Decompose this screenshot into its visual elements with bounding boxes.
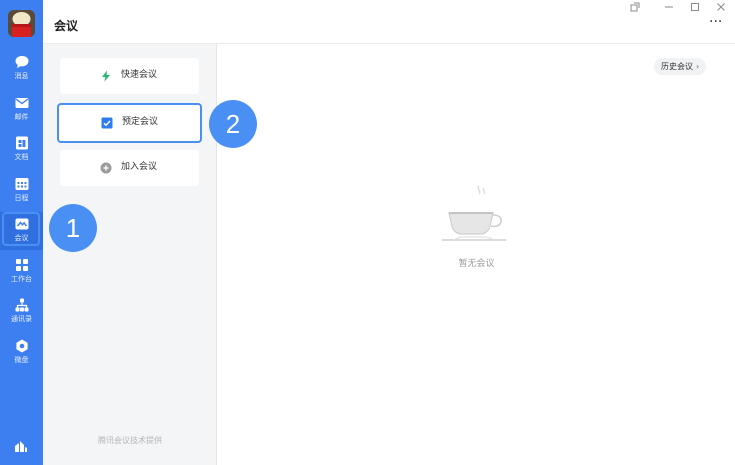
history-meetings-label: 历史会议 <box>661 62 693 71</box>
analytics-icon[interactable] <box>13 438 29 454</box>
join-meeting-button[interactable]: 加入会议 <box>60 150 199 186</box>
rail-item-label: 消息 <box>14 72 29 80</box>
coffee-cup-icon <box>442 185 506 241</box>
rail-item-label: 通讯录 <box>11 315 32 323</box>
quick-meeting-label: 快速会议 <box>121 70 158 80</box>
meeting-rail-highlight <box>2 212 40 246</box>
more-button[interactable]: ··· <box>709 15 722 29</box>
close-icon[interactable] <box>715 1 727 13</box>
main-content: 历史会议 › 暂无会议 <box>218 44 735 465</box>
meeting-action-panel: 快速会议 预定会议 加入会议 腾讯会议技术提供 <box>43 44 217 465</box>
callout-badge-1: 1 <box>49 204 97 252</box>
document-icon <box>15 136 28 150</box>
header: 会议 ··· <box>43 0 735 44</box>
rail-item-label: 文档 <box>14 153 29 161</box>
rail-item-drive[interactable]: 微盘 <box>0 334 43 372</box>
rail-item-contacts[interactable]: 通讯录 <box>0 293 43 331</box>
rail-item-messages[interactable]: 消息 <box>0 50 43 88</box>
quick-meeting-button[interactable]: 快速会议 <box>60 58 199 94</box>
lightning-icon <box>102 70 110 82</box>
rail-item-label: 日程 <box>14 194 29 202</box>
calendar-icon <box>15 178 28 190</box>
join-meeting-label: 加入会议 <box>121 162 158 172</box>
chevron-right-icon: › <box>696 62 700 71</box>
mail-icon <box>15 98 28 108</box>
rail-item-workbench[interactable]: 工作台 <box>0 253 43 291</box>
empty-state-text: 暂无会议 <box>458 259 495 269</box>
chat-bubble-icon <box>15 56 28 68</box>
workbench-icon <box>15 259 28 271</box>
schedule-meeting-label: 预定会议 <box>122 117 159 127</box>
rail-item-calendar[interactable]: 日程 <box>0 172 43 210</box>
contacts-icon <box>15 298 28 312</box>
checkbox-icon <box>101 117 113 129</box>
rail-item-label: 微盘 <box>14 356 29 364</box>
drive-icon <box>15 339 28 353</box>
rail-item-mail[interactable]: 邮件 <box>0 91 43 129</box>
maximize-icon[interactable] <box>689 1 701 13</box>
rail-item-label: 邮件 <box>14 113 29 121</box>
page-title: 会议 <box>54 19 79 33</box>
callout-badge-2: 2 <box>209 100 257 148</box>
minimize-icon[interactable] <box>663 1 675 13</box>
plus-circle-icon <box>100 162 112 174</box>
schedule-meeting-button[interactable]: 预定会议 <box>57 103 202 143</box>
app-window: 消息 邮件 文档 日程 会议 工作台 通讯录 微盘 会议 ··· 快速会议 预定… <box>0 0 735 465</box>
avatar[interactable] <box>8 10 35 37</box>
rail-item-docs[interactable]: 文档 <box>0 131 43 169</box>
history-meetings-button[interactable]: 历史会议 › <box>654 58 707 75</box>
provider-note: 腾讯会议技术提供 <box>98 436 162 445</box>
share-window-icon[interactable] <box>629 1 641 13</box>
rail-item-label: 工作台 <box>11 275 32 283</box>
